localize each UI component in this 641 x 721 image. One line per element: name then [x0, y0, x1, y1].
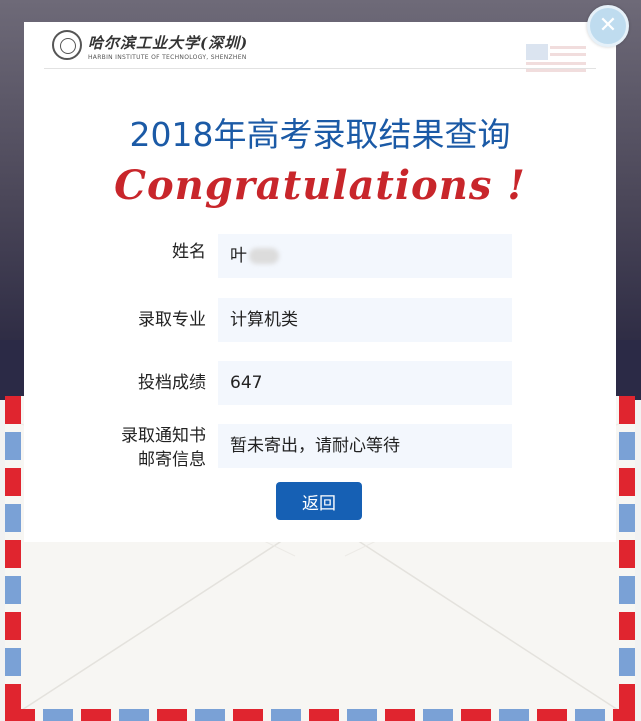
- close-icon[interactable]: ✕: [587, 5, 629, 47]
- flag-decoration-icon: [526, 44, 586, 72]
- field-label: 录取专业: [138, 310, 206, 330]
- field-label: 录取通知书 邮寄信息: [121, 426, 206, 470]
- page-title: 2018年高考录取结果查询: [129, 115, 511, 154]
- field-value-name: 叶: [218, 234, 512, 278]
- field-label: 姓名: [172, 242, 206, 262]
- university-seal-icon: [52, 30, 82, 60]
- field-value-major: 计算机类: [218, 298, 512, 342]
- envelope-stripe-bottom: [5, 709, 635, 721]
- logo-name-cn: 哈尔滨工业大学(深圳): [88, 34, 249, 52]
- logo-name-en: HARBIN INSTITUTE OF TECHNOLOGY, SHENZHEN: [88, 54, 247, 61]
- university-logo: 哈尔滨工业大学(深圳) HARBIN INSTITUTE OF TECHNOLO…: [52, 28, 292, 68]
- field-label: 投档成绩: [138, 373, 206, 393]
- header-divider: [44, 68, 596, 69]
- back-button[interactable]: 返回: [276, 482, 362, 520]
- result-card: 哈尔滨工业大学(深圳) HARBIN INSTITUTE OF TECHNOLO…: [24, 22, 616, 542]
- field-value-mail: 暂未寄出，请耐心等待: [218, 424, 512, 468]
- envelope-stripe-right: [619, 396, 635, 721]
- redaction-blur: [249, 248, 279, 264]
- field-value-score: 647: [218, 361, 512, 405]
- envelope-stripe-left: [5, 396, 21, 721]
- congratulations-banner: Congratulations !: [114, 162, 526, 209]
